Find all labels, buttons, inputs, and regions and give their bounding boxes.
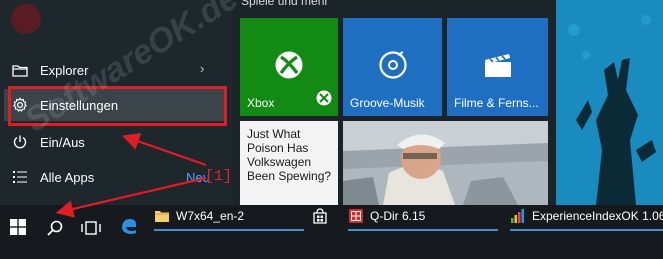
edge-icon	[120, 217, 138, 240]
screenshot-frame: Explorer › Einstellungen Ein/Aus Alle Ap…	[0, 0, 663, 259]
taskbar-app-label: Q-Dir 6.15	[370, 209, 426, 223]
edge-button[interactable]	[114, 213, 144, 243]
windows-logo-icon	[10, 218, 26, 240]
menu-item-explorer[interactable]: Explorer	[4, 54, 224, 86]
store-icon	[312, 208, 328, 224]
xbox-icon	[274, 50, 304, 85]
taskbar-app-store[interactable]	[312, 205, 340, 227]
taskbar-app-qdir[interactable]: Q-Dir 6.15	[348, 205, 498, 231]
menu-item-all-apps-label: Alle Apps	[40, 169, 95, 185]
taskbar-app-label: W7x64_en-2	[176, 209, 245, 223]
active-indicator	[348, 229, 498, 231]
annotation-number: [1]	[205, 168, 233, 185]
power-icon	[4, 134, 36, 150]
folder-icon	[154, 208, 170, 224]
desktop-wallpaper	[556, 0, 663, 205]
task-view-icon	[81, 220, 101, 241]
menu-item-power[interactable]: Ein/Aus	[4, 126, 224, 158]
start-button[interactable]	[0, 205, 36, 253]
chart-icon	[510, 208, 526, 224]
menu-item-power-label: Ein/Aus	[40, 134, 85, 150]
settings-highlight-box	[8, 86, 227, 126]
menu-item-explorer-label: Explorer	[40, 62, 89, 78]
taskbar-app-label: ExperienceIndexOK 1.06	[532, 209, 663, 223]
start-menu: Explorer › Einstellungen Ein/Aus Alle Ap…	[0, 0, 556, 205]
user-avatar[interactable]	[11, 4, 41, 34]
chevron-right-icon[interactable]: ›	[200, 61, 204, 76]
taskbar-app-explorer-window[interactable]: W7x64_en-2	[154, 205, 304, 231]
folder-icon	[4, 63, 36, 77]
tile-films-label: Filme & Ferns...	[454, 96, 539, 110]
xbox-small-icon	[316, 90, 332, 111]
tile-xbox-label: Xbox	[247, 96, 275, 110]
search-icon	[46, 219, 64, 242]
active-indicator	[154, 229, 304, 231]
news-headline: Just What Poison Has Volkswagen Been Spe…	[247, 127, 332, 183]
search-button[interactable]	[40, 215, 70, 245]
tile-films-tv[interactable]: Filme & Ferns...	[447, 18, 548, 116]
taskbar-app-experience-index[interactable]: ExperienceIndexOK 1.06	[510, 205, 663, 231]
tile-group-title: Spiele und mehr	[241, 0, 329, 8]
wallpaper-art	[556, 0, 663, 205]
taskbar: W7x64_en-2 Q-Dir 6.15 ExperienceIndexOK …	[0, 205, 663, 259]
list-icon	[4, 170, 36, 184]
task-view-button[interactable]	[76, 215, 106, 245]
clapperboard-icon	[482, 50, 514, 85]
tile-groove-music[interactable]: Groove-Musik	[343, 18, 442, 116]
qdir-icon	[348, 208, 364, 224]
active-indicator	[510, 229, 663, 231]
tiles-area: Spiele und mehr Xbox Groove-Musik Filme …	[233, 0, 556, 205]
news-photo	[343, 121, 548, 205]
tile-photo[interactable]	[343, 121, 548, 205]
tile-groove-label: Groove-Musik	[350, 96, 425, 110]
music-disc-icon	[378, 50, 408, 85]
tile-xbox[interactable]: Xbox	[240, 18, 338, 116]
tile-news[interactable]: Just What Poison Has Volkswagen Been Spe…	[240, 121, 338, 205]
